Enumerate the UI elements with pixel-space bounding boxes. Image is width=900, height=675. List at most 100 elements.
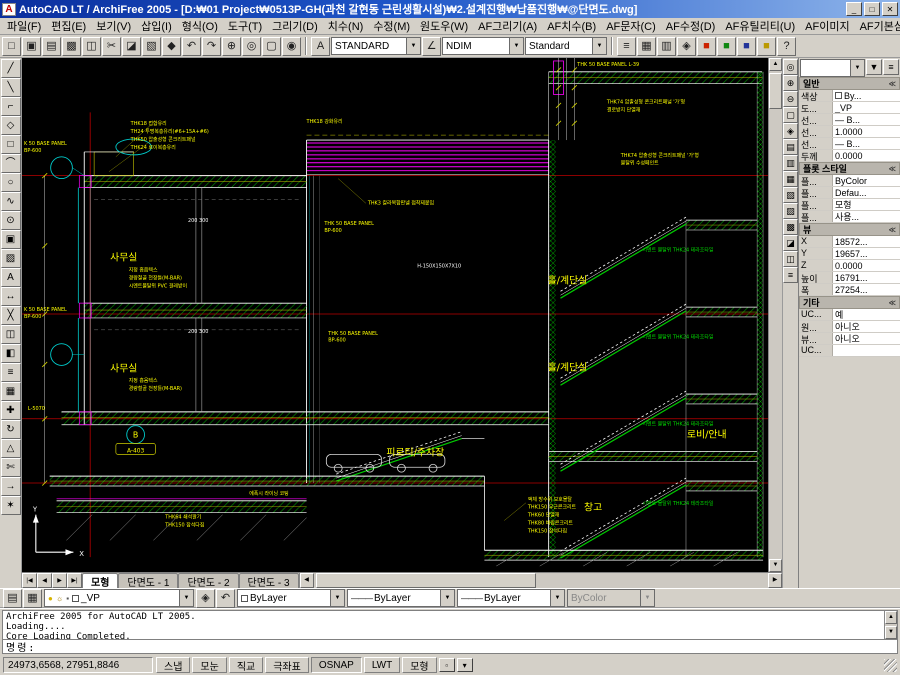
offset-tool[interactable]: ≡ [1,363,21,382]
minimize-button[interactable]: _ [846,2,862,16]
property-value[interactable]: By... [833,90,900,101]
chevron-down-icon[interactable]: ▼ [406,38,420,54]
af-tool-5[interactable]: ▨ [783,203,798,219]
chevron-down-icon[interactable]: ▼ [550,590,564,606]
scale-tool[interactable]: △ [1,439,21,458]
command-history[interactable]: ArchiFree 2005 for AutoCAD LT 2005.Loadi… [3,611,884,639]
property-value[interactable]: _VP [833,102,900,113]
property-value[interactable]: 19657... [833,248,900,259]
af-tool-4[interactable]: ▧ [783,187,798,203]
layer-on-icon[interactable]: ● [48,594,53,603]
extend-tool[interactable]: → [1,477,21,496]
mirror-tool[interactable]: ◧ [1,344,21,363]
menu-af-basic-symbol[interactable]: AF기본심볼(J) [855,17,900,35]
match-properties-button[interactable]: ◆ [162,37,181,56]
array-tool[interactable]: ▦ [1,382,21,401]
scroll-down-button[interactable]: ▼ [885,626,897,639]
quick-select-button[interactable]: ▼ [866,59,882,75]
section-header-3[interactable]: 기타≪ [799,296,900,309]
menu-window[interactable]: 원도우(W) [415,17,473,35]
tab-prev-button[interactable]: ◀ [37,573,52,588]
save-button[interactable]: ▤ [42,37,61,56]
dimension-tool[interactable]: ↔ [1,287,21,306]
scrollbar-thumb[interactable] [769,73,782,109]
menu-tools[interactable]: 도구(T) [223,17,267,35]
status-toggle-grid[interactable]: 모눈 [192,657,226,673]
trim-tool[interactable]: ✄ [1,458,21,477]
property-value[interactable]: 예 [833,309,900,320]
layer-lock-icon[interactable]: ▪ [66,594,69,603]
toolbar-lock-icon[interactable]: ▫ [439,658,455,672]
status-toggle-polar[interactable]: 극좌표 [265,657,309,673]
line-tool[interactable]: ╱ [1,59,21,78]
af-tool-2[interactable]: ▥ [783,155,798,171]
lineweight-combo[interactable]: ——— ByLayer ▼ [457,589,565,607]
ellipse-tool[interactable]: ⊙ [1,211,21,230]
rotate-tool[interactable]: ↻ [1,420,21,439]
palette-menu-button[interactable]: ≡ [883,59,899,75]
menu-view[interactable]: 보기(V) [91,17,136,35]
copy-button[interactable]: ◪ [122,37,141,56]
zoom-realtime-button[interactable]: ◎ [242,37,261,56]
property-value[interactable]: Defau... [833,187,900,198]
property-value[interactable]: 18572... [833,236,900,247]
af-blue-tool-button[interactable]: ■ [737,37,756,56]
af-zoom-tool[interactable]: ◎ [783,59,798,75]
close-button[interactable]: ✕ [882,2,898,16]
menu-draw[interactable]: 그리기(D) [267,17,323,35]
af-tool-1[interactable]: ▤ [783,139,798,155]
status-toggle-ortho[interactable]: 직교 [229,657,263,673]
property-value[interactable]: 16791... [833,272,900,283]
af-tool-3[interactable]: ▦ [783,171,798,187]
scroll-up-button[interactable]: ▲ [769,58,782,71]
copy-tool[interactable]: ◫ [1,325,21,344]
chevron-down-icon[interactable]: ▼ [509,38,523,54]
layer-states-button[interactable]: ▦ [23,589,42,608]
af-zoom-out-tool[interactable]: ⊖ [783,91,798,107]
property-value[interactable]: 아니오 [833,333,900,344]
construction-line-tool[interactable]: ╲ [1,78,21,97]
status-toggle-model[interactable]: 모형 [402,657,436,673]
af-green-tool-button[interactable]: ■ [717,37,736,56]
color-combo[interactable]: ByLayer ▼ [237,589,345,607]
help-button[interactable]: ? [777,37,796,56]
section-header-2[interactable]: 뷰≪ [799,223,900,236]
tab-last-button[interactable]: ▶| [67,573,82,588]
af-zoom-extents-tool[interactable]: ◈ [783,123,798,139]
property-value[interactable]: 아니오 [833,321,900,332]
menu-af-dim[interactable]: AF치수(B) [542,17,601,35]
zoom-previous-button[interactable]: ◉ [282,37,301,56]
scrollbar-track[interactable] [314,573,768,588]
dim-style-button[interactable]: ∠ [422,37,441,56]
property-value[interactable]: 사용... [833,211,900,222]
scroll-down-button[interactable]: ▼ [769,559,782,572]
scroll-right-button[interactable]: ▶ [768,573,782,588]
property-value[interactable]: — B... [833,114,900,125]
tab-next-button[interactable]: ▶ [52,573,67,588]
menu-af-utility[interactable]: AF유틸리티(U) [720,17,800,35]
property-value[interactable]: 0.0000 [833,260,900,271]
command-scrollbar[interactable]: ▲ ▼ [884,611,897,639]
af-zoom-in-tool[interactable]: ⊕ [783,75,798,91]
style-combo[interactable]: STANDARD ▼ [331,37,421,55]
chevron-down-icon[interactable]: ▼ [592,38,606,54]
polygon-tool[interactable]: ◇ [1,116,21,135]
polyline-tool[interactable]: ⌐ [1,97,21,116]
drawing-canvas[interactable]: 사무실사무실홀/계단실홀/계단실피로티/주차장로비/안내창고BA-403THK … [22,58,768,572]
property-value[interactable]: — B... [833,138,900,149]
status-menu-button[interactable]: ▾ [457,658,473,672]
plot-button[interactable]: ▩ [62,37,81,56]
linetype-combo[interactable]: ——— ByLayer ▼ [347,589,455,607]
scroll-left-button[interactable]: ◀ [300,573,314,588]
scroll-up-button[interactable]: ▲ [885,611,897,624]
horizontal-scrollbar[interactable]: ◀ ▶ [299,573,782,588]
redo-button[interactable]: ↷ [202,37,221,56]
section-collapse-button[interactable]: ≪ [889,226,896,234]
explode-tool[interactable]: ✶ [1,496,21,515]
tab-layout-2[interactable]: 단면도 - 2 [178,573,238,588]
erase-tool[interactable]: ╳ [1,306,21,325]
rectangle-tool[interactable]: □ [1,135,21,154]
tool-palettes-button[interactable]: ▥ [657,37,676,56]
text-style-button[interactable]: A [311,37,330,56]
layer-properties-button[interactable]: ▤ [3,589,22,608]
